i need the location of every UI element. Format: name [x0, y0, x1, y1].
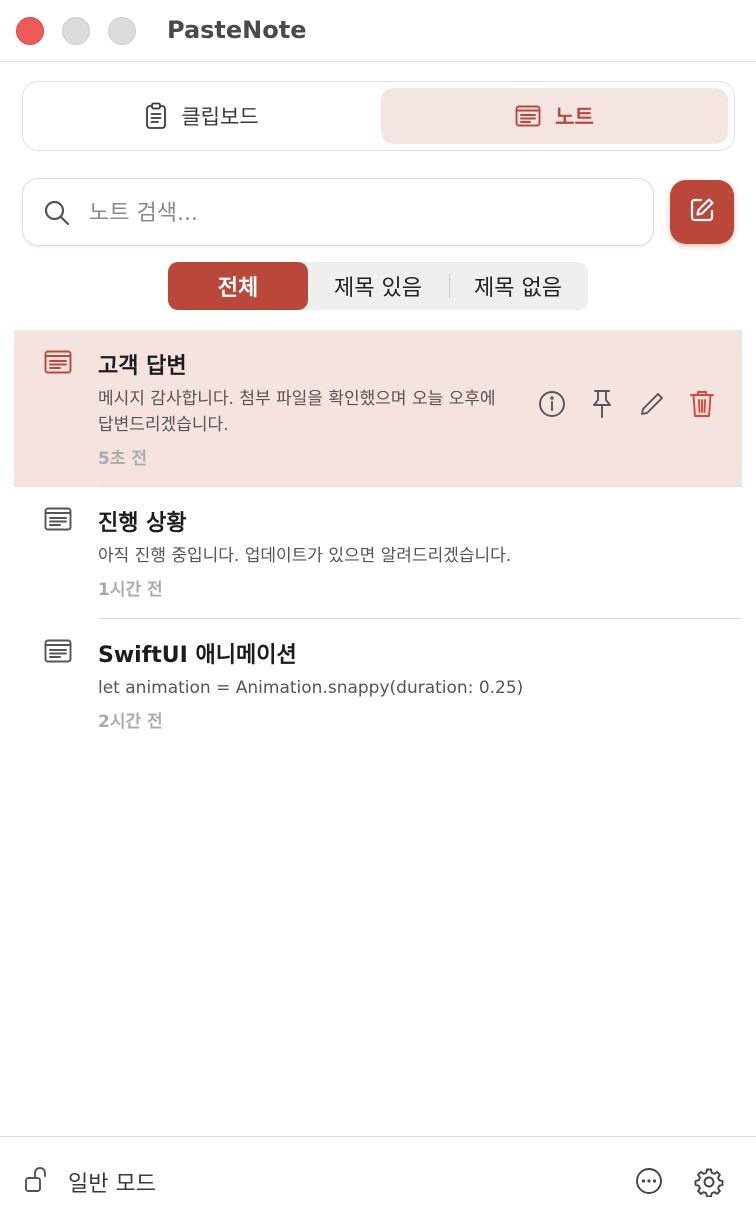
info-icon: [538, 390, 566, 422]
minimize-window-button[interactable]: [62, 17, 90, 45]
search-input[interactable]: [89, 193, 639, 233]
delete-button[interactable]: [688, 389, 716, 423]
settings-button[interactable]: [694, 1167, 724, 1201]
note-timestamp: 2시간 전: [98, 712, 163, 732]
tab-notes-label: 노트: [555, 105, 594, 129]
zoom-window-button[interactable]: [108, 17, 136, 45]
info-button[interactable]: [538, 390, 566, 422]
note-preview: 메시지 감사합니다. 첨부 파일을 확인했으며 오늘 오후에 답변드리겠습니다.: [98, 389, 496, 435]
note-actions: [538, 389, 716, 423]
filter-all[interactable]: 전체: [168, 262, 308, 310]
pin-button[interactable]: [588, 389, 616, 423]
more-button[interactable]: [635, 1167, 663, 1199]
list-item[interactable]: 진행 상황 아직 진행 중입니다. 업데이트가 있으면 알려드리겠습니다. 1시…: [14, 487, 742, 619]
note-preview: let animation = Animation.snappy(duratio…: [98, 678, 524, 698]
app-title: PasteNote: [167, 16, 307, 44]
note-title: 고객 답변: [98, 354, 187, 379]
mode-toggle-button[interactable]: 일반 모드: [24, 1165, 156, 1199]
mode-segmented-control: 클립보드 노트: [22, 81, 735, 151]
filter-titled[interactable]: 제목 있음: [308, 262, 448, 310]
note-timestamp: 1시간 전: [98, 580, 163, 600]
edit-button[interactable]: [638, 392, 666, 420]
compose-icon: [688, 196, 716, 228]
title-bar: PasteNote: [0, 0, 756, 62]
list-item[interactable]: SwiftUI 애니메이션 let animation = Animation.…: [14, 619, 742, 751]
notes-list: 고객 답변 메시지 감사합니다. 첨부 파일을 확인했으며 오늘 오후에 답변드…: [14, 330, 742, 751]
note-icon: [44, 507, 72, 535]
note-timestamp: 5초 전: [98, 449, 148, 469]
mode-label: 일반 모드: [68, 1172, 156, 1197]
tab-notes[interactable]: 노트: [381, 88, 728, 144]
note-icon: [44, 350, 72, 378]
filter-untitled[interactable]: 제목 없음: [448, 262, 588, 310]
search-box: [22, 178, 654, 246]
trash-icon: [689, 389, 715, 423]
gear-icon: [694, 1168, 724, 1201]
note-filter-control: 전체 제목 있음 제목 없음: [168, 262, 588, 310]
close-window-button[interactable]: [16, 17, 44, 45]
note-icon: [44, 639, 72, 667]
list-item[interactable]: 고객 답변 메시지 감사합니다. 첨부 파일을 확인했으며 오늘 오후에 답변드…: [14, 330, 742, 487]
more-icon: [635, 1168, 663, 1199]
pencil-icon: [639, 391, 665, 421]
bottom-bar: 일반 모드: [0, 1136, 756, 1220]
note-title: 진행 상황: [98, 511, 187, 536]
note-title: SwiftUI 애니메이션: [98, 643, 297, 668]
search-icon: [43, 199, 71, 231]
note-icon: [515, 105, 541, 127]
new-note-button[interactable]: [670, 180, 734, 244]
tab-clipboard[interactable]: 클립보드: [29, 88, 375, 144]
tab-clipboard-label: 클립보드: [181, 105, 259, 129]
unlock-icon: [24, 1165, 50, 1199]
note-preview: 아직 진행 중입니다. 업데이트가 있으면 알려드리겠습니다.: [98, 546, 512, 566]
clipboard-icon: [145, 102, 167, 130]
pin-icon: [590, 389, 614, 423]
